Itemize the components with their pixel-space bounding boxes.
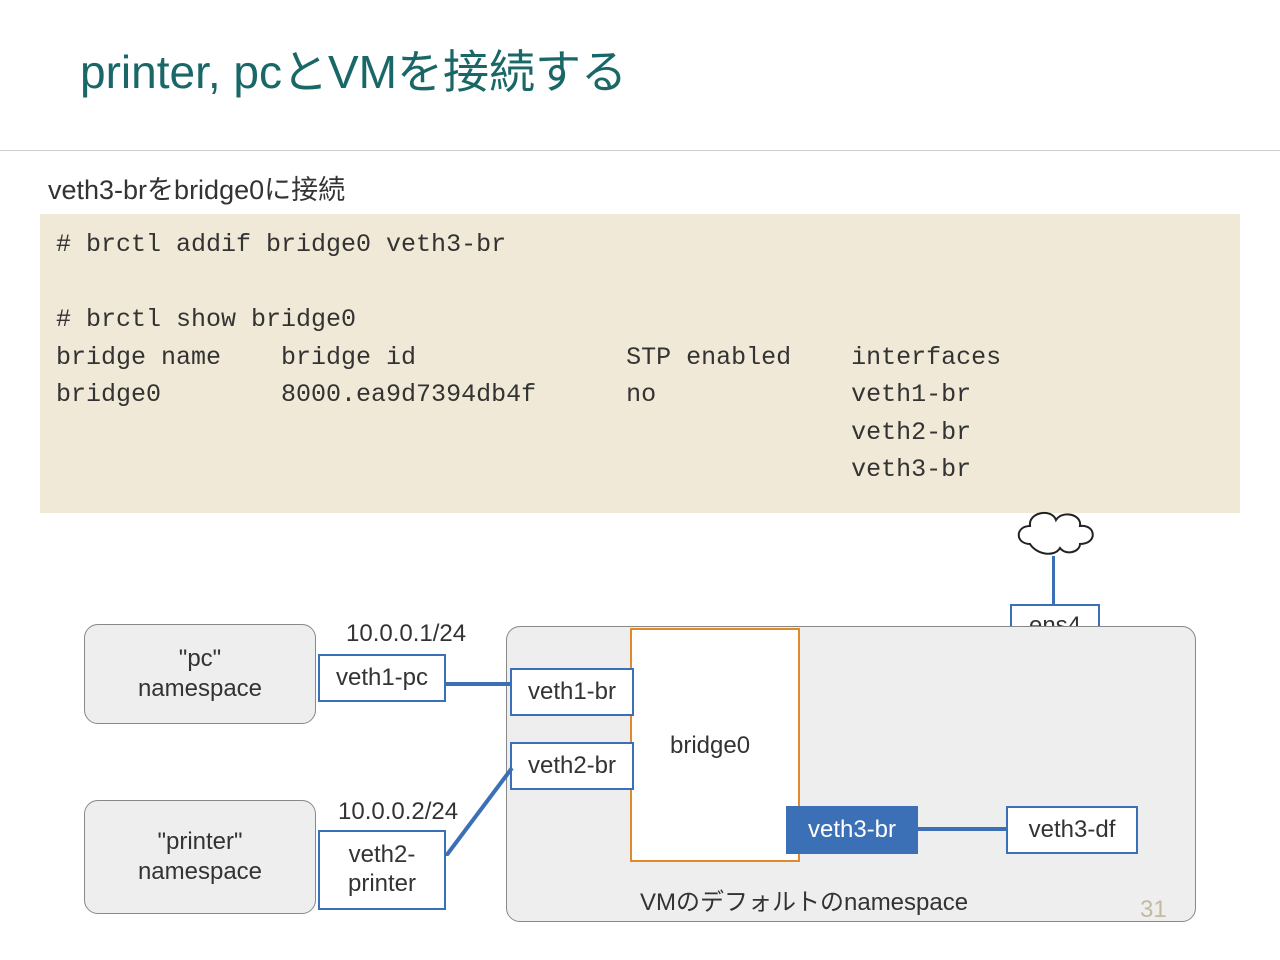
page-number: 31 [1140,896,1167,924]
port-label: veth3-df [1029,816,1116,844]
pc-namespace-box: "pc" namespace [84,624,316,724]
divider [0,150,1280,151]
vm-caption: VMのデフォルトのnamespace [640,882,968,917]
port-label: veth3-br [808,816,896,844]
network-diagram: ens4 VMのデフォルトのnamespace bridge0 veth1-br… [0,520,1280,940]
sub-heading: veth3-brをbridge0に接続 [48,168,345,207]
port-label: veth2-br [528,752,616,780]
cloud-icon [1010,504,1100,559]
slide-title: printer, pcとVMを接続する [80,36,627,102]
port-veth1-br: veth1-br [510,668,634,716]
printer-namespace-box: "printer" namespace [84,800,316,914]
port-veth1-pc: veth1-pc [318,654,446,702]
link-veth1 [446,682,510,686]
link-cloud-ens4 [1052,556,1055,606]
port-veth2-printer: veth2- printer [318,830,446,910]
link-veth3 [918,827,1006,831]
ip-pc: 10.0.0.1/24 [346,620,466,648]
port-veth2-br: veth2-br [510,742,634,790]
code-block: # brctl addif bridge0 veth3-br # brctl s… [40,214,1240,513]
ip-printer: 10.0.0.2/24 [338,798,458,826]
port-label: veth2- printer [348,841,416,899]
port-label: veth1-br [528,678,616,706]
bridge0-label: bridge0 [670,732,750,760]
port-veth3-br: veth3-br [786,806,918,854]
link-veth2 [446,764,516,856]
port-label: veth1-pc [336,664,428,692]
port-veth3-df: veth3-df [1006,806,1138,854]
